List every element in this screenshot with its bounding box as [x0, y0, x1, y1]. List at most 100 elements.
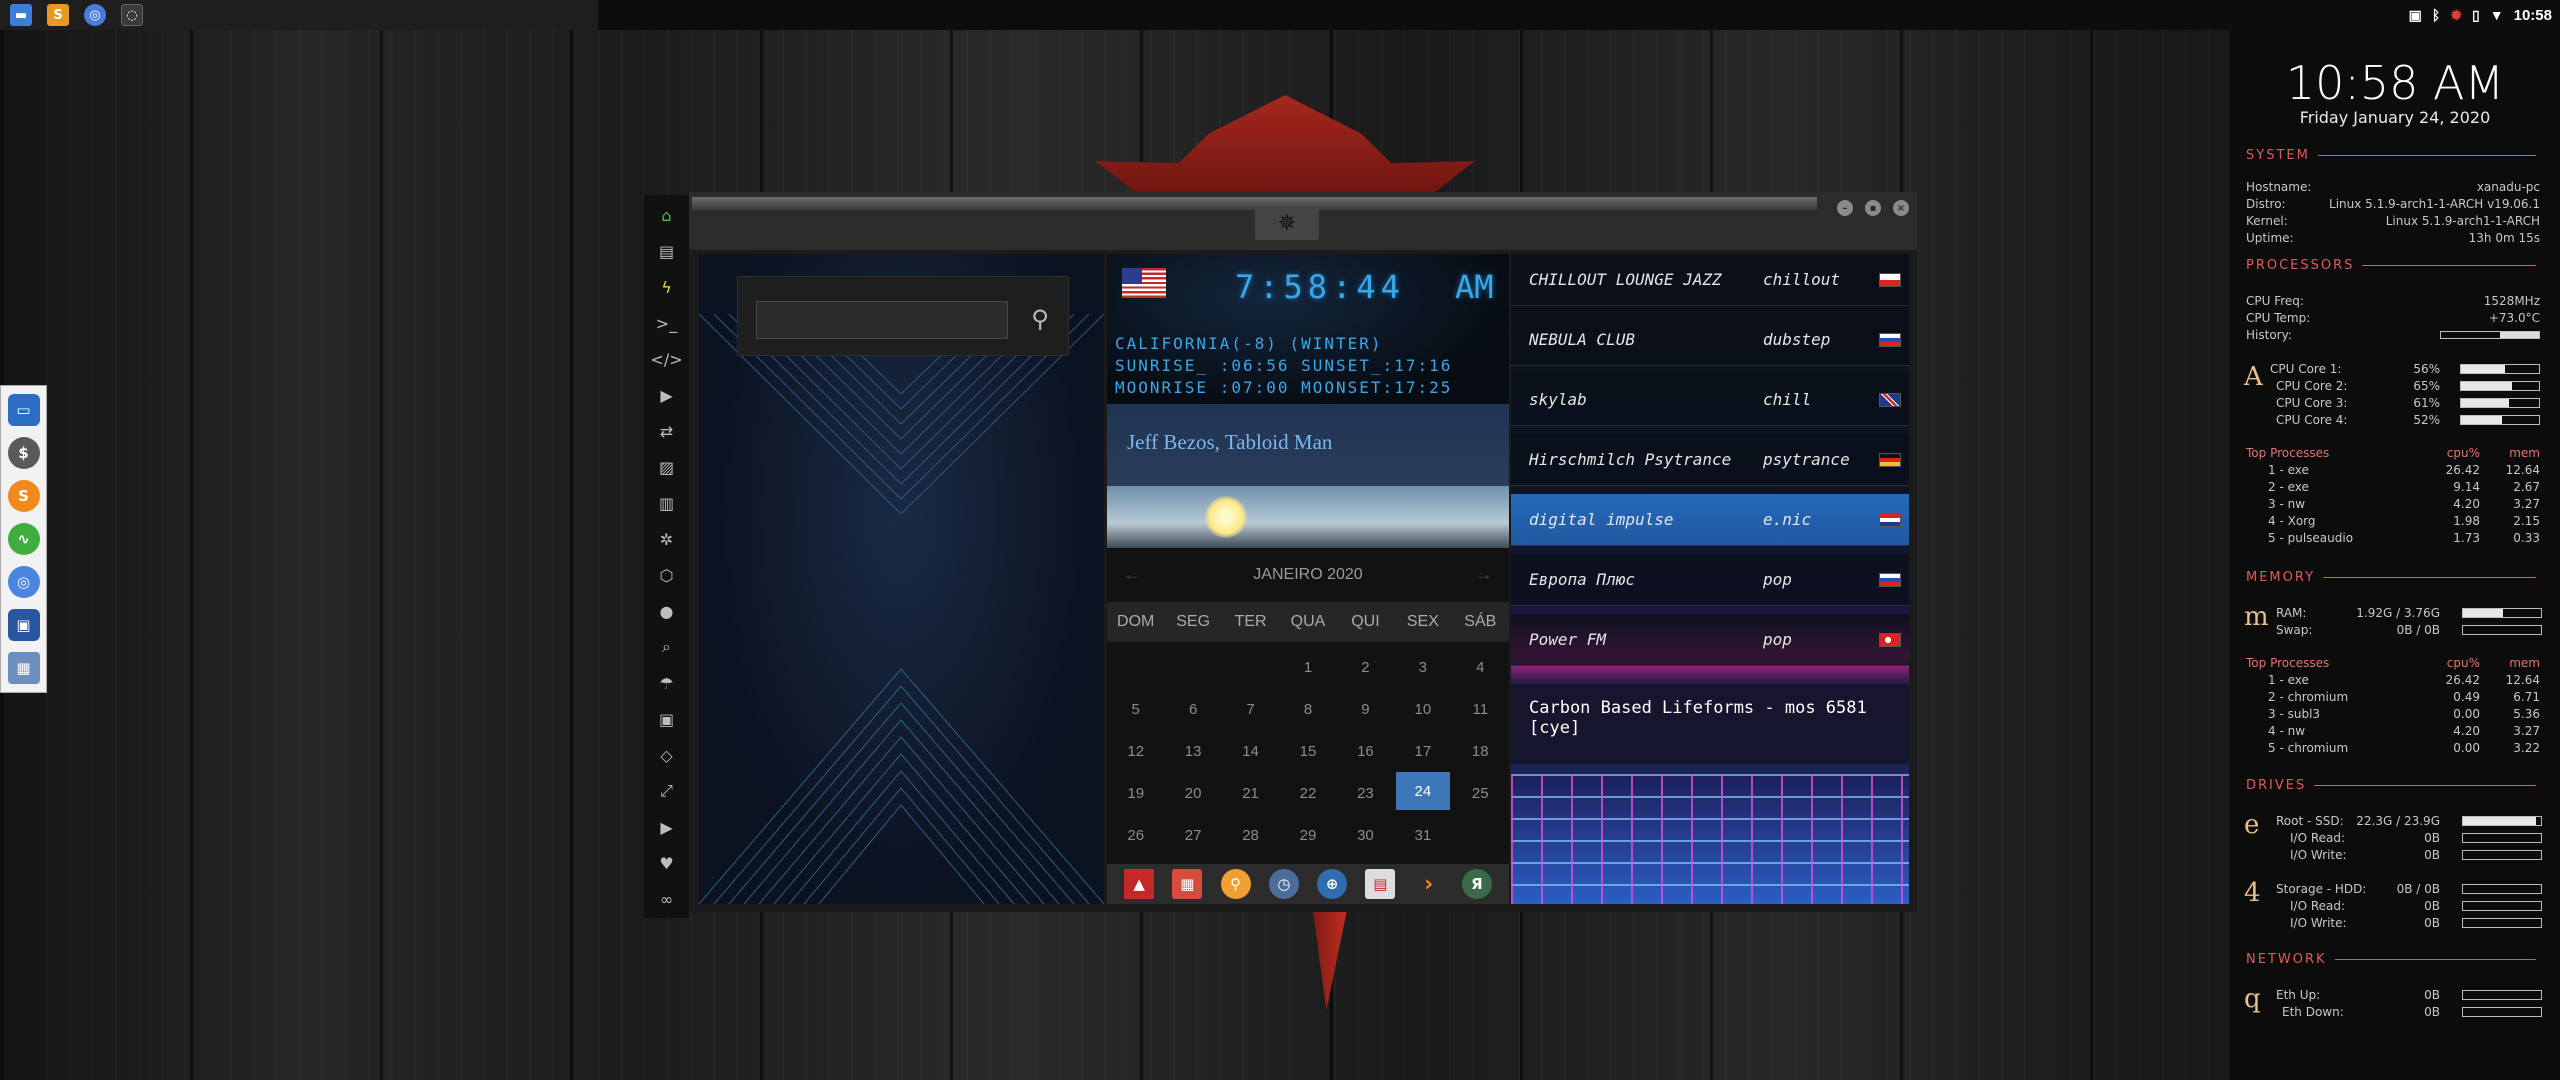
- calendar-day[interactable]: 21: [1222, 772, 1279, 814]
- update-notifier-icon[interactable]: ✹: [2450, 7, 2462, 24]
- document-icon[interactable]: ▤: [656, 239, 678, 263]
- forward-arrow-icon[interactable]: ›: [1414, 869, 1444, 899]
- station-flag-icon: [1879, 512, 1901, 527]
- terminal-icon[interactable]: >_: [656, 311, 678, 335]
- search-button[interactable]: ⚲: [1020, 299, 1060, 339]
- fullscreen-icon[interactable]: ⤢: [656, 779, 678, 803]
- bluetooth-icon[interactable]: ᛒ: [2432, 7, 2440, 23]
- calendar-day[interactable]: 4: [1452, 646, 1509, 688]
- globe-icon[interactable]: ●: [656, 599, 678, 623]
- search-icon[interactable]: ⌕: [656, 635, 678, 659]
- schedule-icon[interactable]: ▤: [1365, 869, 1396, 899]
- prev-month-arrow-icon[interactable]: ←: [1123, 564, 1141, 585]
- calendar-day[interactable]: 29: [1279, 814, 1336, 856]
- heart-icon[interactable]: ♥: [656, 851, 678, 875]
- calendar-day[interactable]: 13: [1164, 730, 1221, 772]
- radio-station-row[interactable]: NEBULA CLUB dubstep: [1511, 314, 1909, 366]
- network-section-title: NETWORK: [2246, 952, 2536, 967]
- calendar-day[interactable]: 25: [1452, 772, 1509, 814]
- calendar-day[interactable]: 7: [1222, 688, 1279, 730]
- search-input[interactable]: [756, 301, 1008, 339]
- process-mem: 12.64: [2505, 463, 2540, 477]
- screenshot-icon[interactable]: ▣: [2409, 7, 2422, 24]
- radio-station-row[interactable]: digital impulse e.nic: [1511, 494, 1909, 546]
- file-manager-icon[interactable]: ▬: [10, 4, 32, 26]
- calendar-day[interactable]: 22: [1279, 772, 1336, 814]
- radio-station-row[interactable]: skylab chill: [1511, 374, 1909, 426]
- image-icon[interactable]: ▨: [656, 455, 678, 479]
- calendar-day[interactable]: 16: [1337, 730, 1394, 772]
- wifi-icon[interactable]: ▼: [2490, 7, 2504, 23]
- sublime-text-icon[interactable]: S: [7, 480, 40, 512]
- link-icon[interactable]: ∞: [656, 887, 678, 911]
- calendar-day[interactable]: 8: [1279, 688, 1336, 730]
- calendar-day-today[interactable]: 24: [1396, 772, 1450, 810]
- close-button[interactable]: ×: [1893, 200, 1909, 216]
- calendar-day[interactable]: 2: [1337, 646, 1394, 688]
- settings-icon[interactable]: ✲: [656, 527, 678, 551]
- calendar-day[interactable]: 28: [1222, 814, 1279, 856]
- calendar-day[interactable]: 1: [1279, 646, 1336, 688]
- app-window-icon[interactable]: ◌: [121, 4, 143, 26]
- us-flag-icon[interactable]: [1122, 268, 1166, 298]
- calendar-day[interactable]: 10: [1394, 688, 1451, 730]
- weather-icon[interactable]: ☂: [656, 671, 678, 695]
- translate-icon[interactable]: ⇄: [656, 419, 678, 443]
- calendar-day[interactable]: 20: [1164, 772, 1221, 814]
- hexagon-icon[interactable]: ⬡: [656, 563, 678, 587]
- calendar-day[interactable]: 9: [1337, 688, 1394, 730]
- battery-icon[interactable]: ▯: [2472, 7, 2480, 24]
- minimize-button[interactable]: –: [1837, 200, 1853, 216]
- arch-icon[interactable]: ▲: [1124, 869, 1155, 899]
- calendar-day[interactable]: 12: [1107, 730, 1164, 772]
- lightning-icon[interactable]: ϟ: [656, 275, 678, 299]
- youtube-icon[interactable]: ▶: [656, 815, 678, 839]
- calendar-day[interactable]: 23: [1337, 772, 1394, 814]
- calendar-app-icon[interactable]: ▦: [1172, 869, 1203, 899]
- radio-station-row[interactable]: Hirschmilch Psytrance psytrance: [1511, 434, 1909, 486]
- calendar-day[interactable]: 14: [1222, 730, 1279, 772]
- tray-clock[interactable]: 10:58: [2514, 7, 2552, 24]
- web-browser-icon[interactable]: ⊕: [1317, 869, 1348, 899]
- calendar-day[interactable]: 19: [1107, 772, 1164, 814]
- radio-station-row[interactable]: Европа Плюс pop: [1511, 554, 1909, 606]
- news-headline[interactable]: Jeff Bezos, Tabloid Man: [1127, 430, 1332, 455]
- calendar-day[interactable]: 15: [1279, 730, 1336, 772]
- calendar-day[interactable]: 17: [1394, 730, 1451, 772]
- chromium-icon[interactable]: ◎: [84, 4, 106, 26]
- system-monitor-icon[interactable]: ∿: [7, 523, 40, 555]
- chromium-icon[interactable]: ◎: [7, 566, 40, 598]
- calendar-day[interactable]: 11: [1452, 688, 1509, 730]
- calendar-day[interactable]: 31: [1394, 814, 1451, 856]
- calendar-day[interactable]: 26: [1107, 814, 1164, 856]
- home-icon[interactable]: ⌂: [656, 203, 678, 227]
- system-info-row: Distro: Linux 5.1.9-arch1-1-ARCH v19.06.1: [2246, 197, 2540, 212]
- swap-bar: [2462, 625, 2542, 635]
- screenshot-tool-icon[interactable]: ▣: [7, 609, 40, 641]
- share-icon[interactable]: ◇: [656, 743, 678, 767]
- calendar-day[interactable]: 6: [1164, 688, 1221, 730]
- window-title-bar[interactable]: ✵ – ▪ ×: [689, 192, 1917, 250]
- sublime-text-icon[interactable]: S: [47, 4, 69, 26]
- clock-app-icon[interactable]: ◷: [1268, 869, 1299, 899]
- money-manager-icon[interactable]: $: [7, 437, 40, 469]
- calendar-day[interactable]: 3: [1394, 646, 1451, 688]
- yandex-icon[interactable]: Я: [1461, 869, 1492, 899]
- window-manager-icon[interactable]: ▭: [7, 394, 40, 426]
- play-icon[interactable]: ▶: [656, 383, 678, 407]
- magnifier-app-icon[interactable]: ⚲: [1220, 869, 1251, 899]
- radio-station-row[interactable]: CHILLOUT LOUNGE JAZZ chillout: [1511, 254, 1909, 306]
- calendar-day[interactable]: 27: [1164, 814, 1221, 856]
- radio-station-row[interactable]: Power FM pop: [1511, 614, 1909, 666]
- news-headline-box[interactable]: Jeff Bezos, Tabloid Man: [1107, 404, 1509, 486]
- calendar-day[interactable]: 30: [1337, 814, 1394, 856]
- web-app-icon[interactable]: ▦: [7, 652, 40, 684]
- next-month-arrow-icon[interactable]: →: [1475, 564, 1493, 585]
- code-icon[interactable]: </>: [650, 347, 682, 371]
- news-icon[interactable]: ▥: [656, 491, 678, 515]
- calendar-day[interactable]: 5: [1107, 688, 1164, 730]
- contacts-icon[interactable]: ▣: [656, 707, 678, 731]
- calendar-day[interactable]: 18: [1452, 730, 1509, 772]
- process-mem: 3.22: [2513, 741, 2540, 755]
- maximize-button[interactable]: ▪: [1865, 200, 1881, 216]
